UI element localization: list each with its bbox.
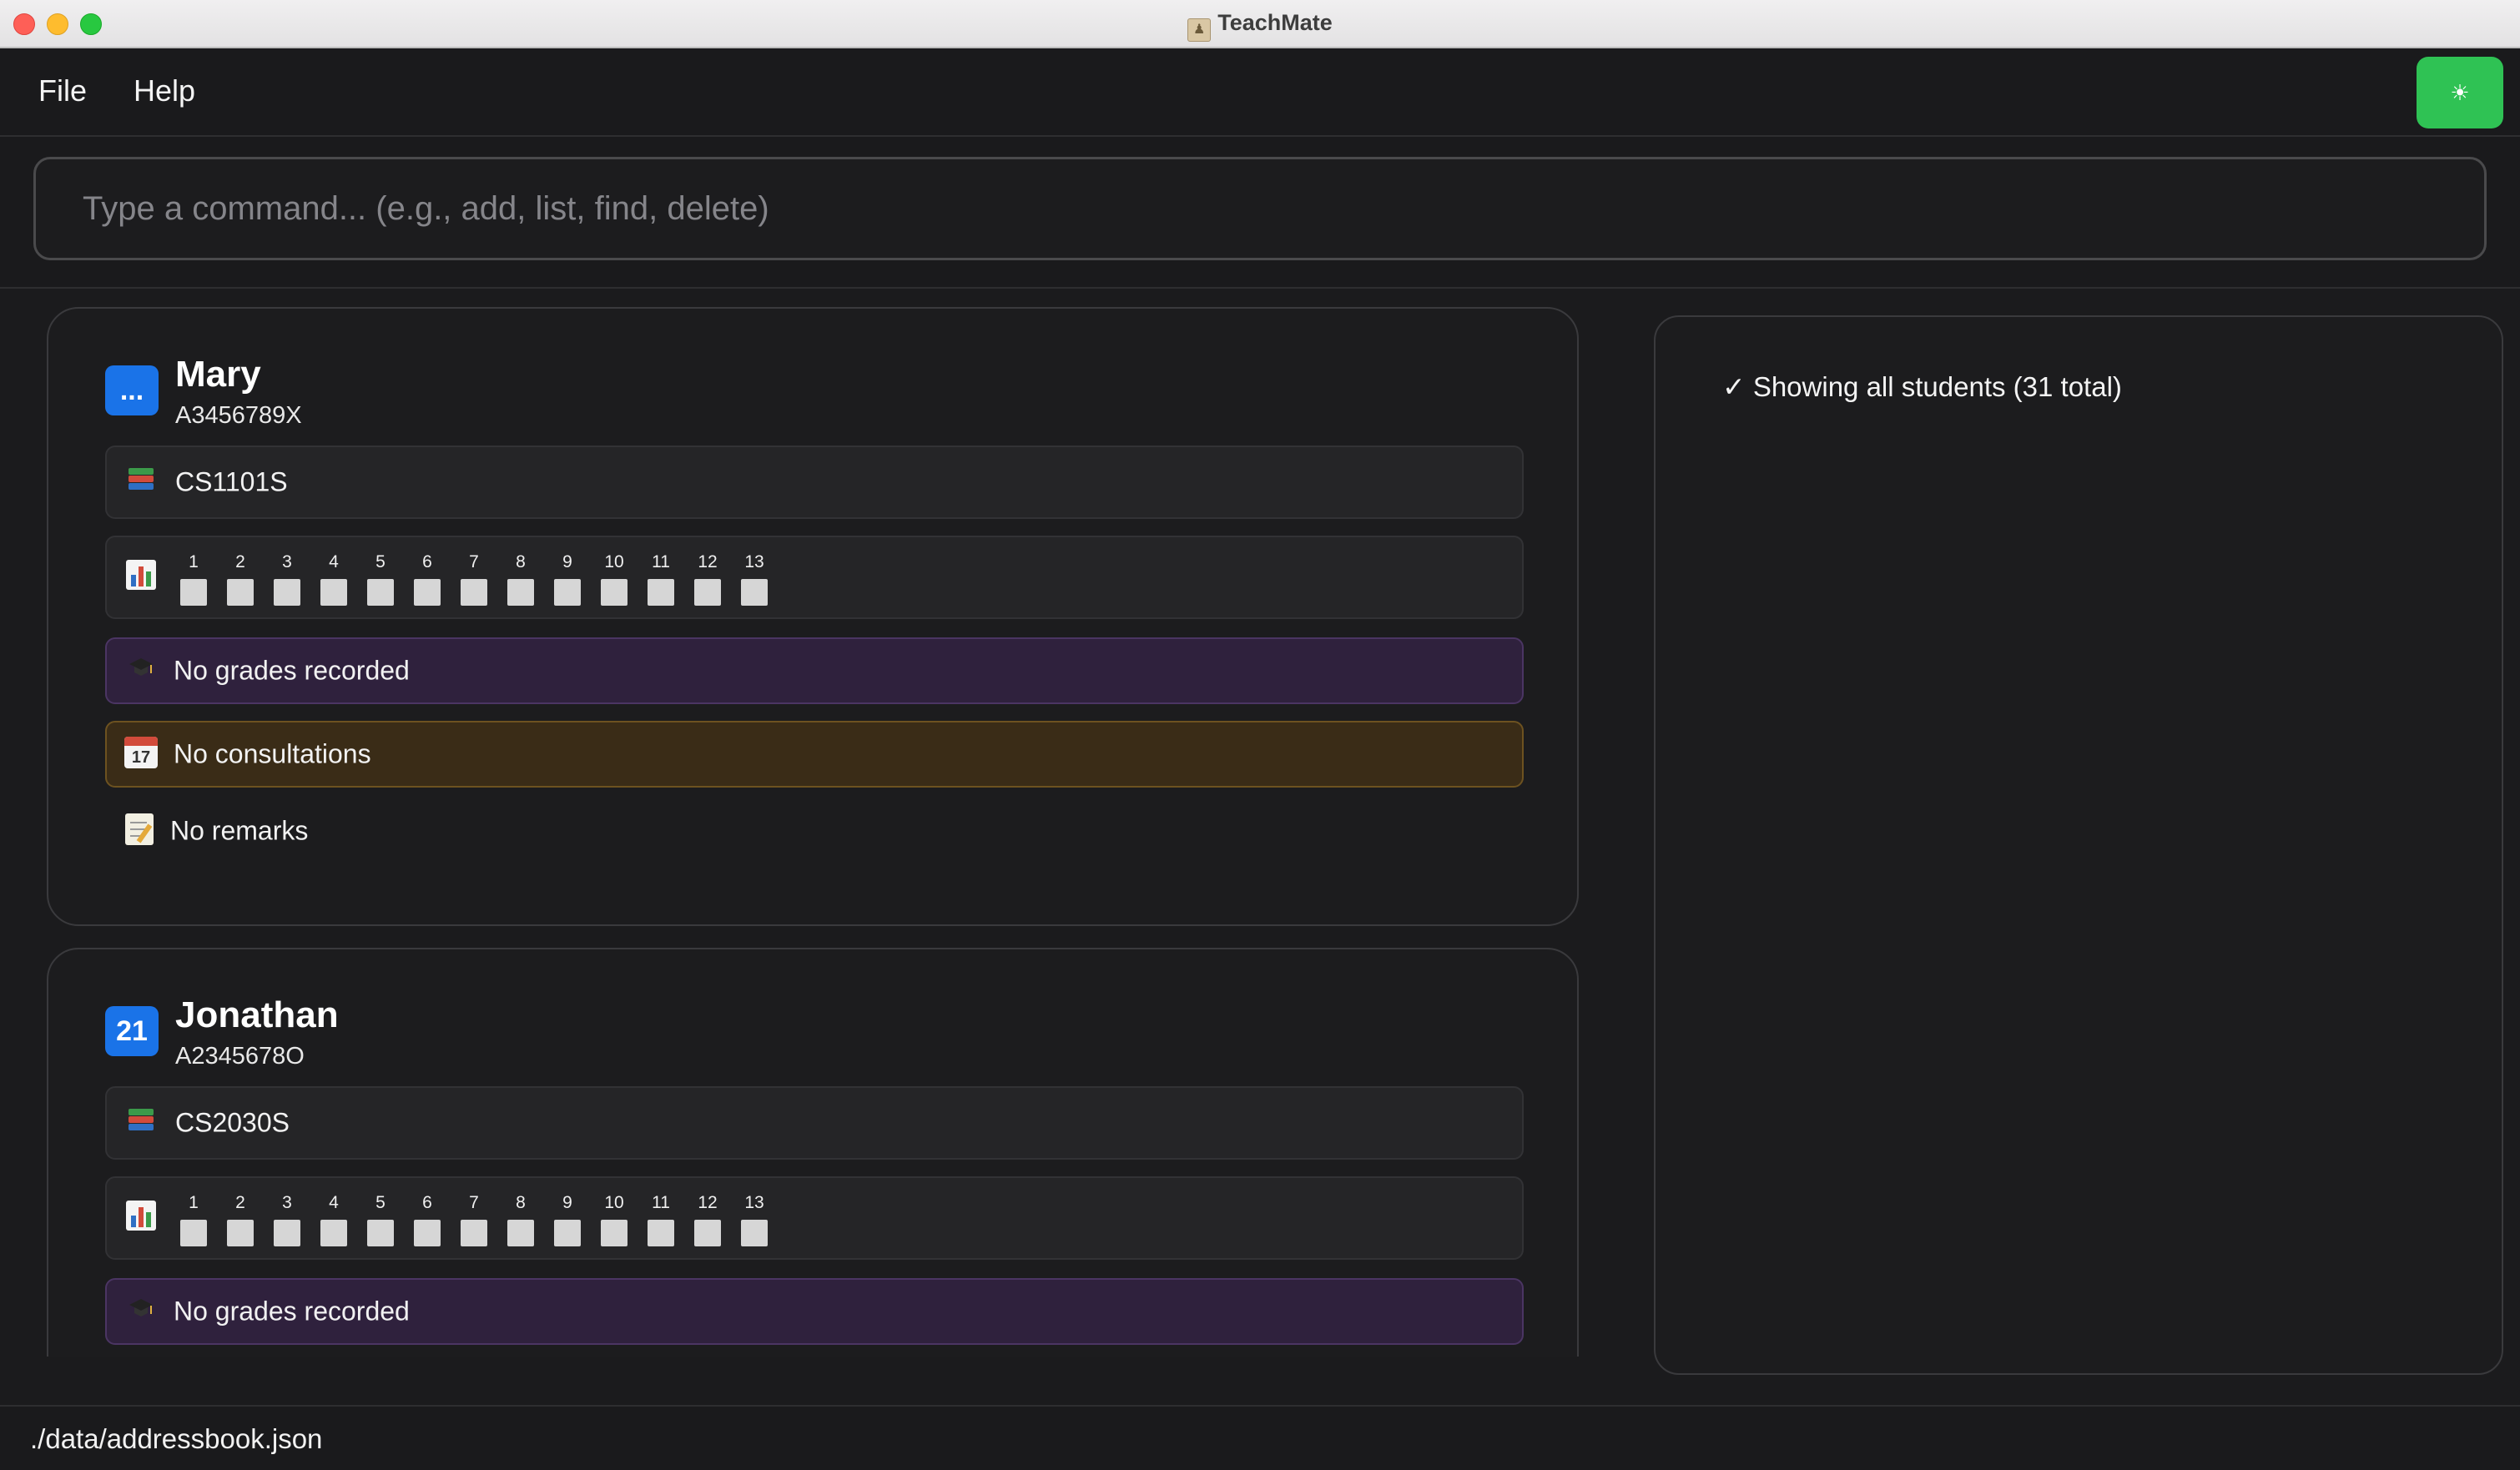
- week-number: 7: [469, 552, 479, 571]
- status-bar: ./data/addressbook.json: [0, 1405, 2520, 1470]
- attendance-checkbox[interactable]: [694, 579, 721, 606]
- week-number: 2: [235, 552, 245, 571]
- attendance-checkbox[interactable]: [554, 579, 581, 606]
- student-id: A3456789X: [175, 402, 302, 429]
- attendance-checkbox[interactable]: [601, 1220, 627, 1246]
- attendance-checkbox[interactable]: [741, 1220, 768, 1246]
- theme-toggle-button[interactable]: ☀: [2417, 57, 2503, 128]
- student-list[interactable]: ... Mary A3456789X CS1101S 1 2 3 4 5 6 7…: [0, 289, 1602, 1357]
- attendance-checkbox[interactable]: [414, 579, 441, 606]
- attendance-checkbox[interactable]: [741, 579, 768, 606]
- grades-text: No grades recorded: [174, 1296, 410, 1327]
- week-number: 11: [652, 1193, 670, 1212]
- week-number: 13: [744, 552, 764, 571]
- grades-row: No grades recorded: [105, 637, 1524, 704]
- attendance-checkbox[interactable]: [694, 1220, 721, 1246]
- module-code: CS1101S: [175, 466, 288, 497]
- week-number: 5: [375, 1193, 386, 1212]
- menu-help[interactable]: Help: [134, 73, 195, 108]
- grades-text: No grades recorded: [174, 655, 410, 686]
- attendance-checkbox[interactable]: [274, 1220, 300, 1246]
- window-title-text: TeachMate: [1217, 10, 1333, 35]
- bar-chart-icon: [123, 1201, 159, 1236]
- attendance-checkbox[interactable]: [601, 579, 627, 606]
- week-number: 6: [422, 552, 432, 571]
- week-number: 6: [422, 1193, 432, 1212]
- data-file-path: ./data/addressbook.json: [30, 1423, 323, 1454]
- attendance-checkbox[interactable]: [507, 1220, 534, 1246]
- attendance-checkbox[interactable]: [461, 579, 487, 606]
- week-number: 10: [604, 552, 624, 571]
- week-number: 1: [189, 552, 199, 571]
- app-icon: ♟: [1187, 18, 1212, 42]
- week-number: 10: [604, 1193, 624, 1212]
- module-row: CS1101S: [105, 446, 1524, 519]
- consultations-row: 17 No consultations: [105, 721, 1524, 788]
- week-number: 2: [235, 1193, 245, 1212]
- week-number: 5: [375, 552, 386, 571]
- avatar: 21: [105, 1006, 159, 1056]
- attendance-checkbox[interactable]: [648, 1220, 674, 1246]
- attendance-checkbox[interactable]: [367, 579, 394, 606]
- graduation-cap-icon: [123, 1294, 159, 1329]
- remarks-text: No remarks: [170, 815, 309, 846]
- bar-chart-icon: [123, 560, 159, 595]
- attendance-checkbox[interactable]: [320, 579, 347, 606]
- student-id: A2345678O: [175, 1043, 305, 1070]
- module-code: CS2030S: [175, 1107, 290, 1138]
- sun-icon: ☀: [2450, 80, 2470, 105]
- student-name: Mary: [175, 354, 261, 395]
- title-bar: ♟ TeachMate: [0, 0, 2520, 48]
- attendance-checkbox[interactable]: [180, 579, 207, 606]
- module-row: CS2030S: [105, 1086, 1524, 1160]
- attendance-checkbox[interactable]: [648, 579, 674, 606]
- week-number: 3: [282, 1193, 292, 1212]
- command-input[interactable]: [33, 157, 2487, 260]
- result-display: ✓ Showing all students (31 total): [1654, 315, 2503, 1375]
- calendar-icon: 17: [123, 737, 159, 772]
- attendance-checkbox[interactable]: [414, 1220, 441, 1246]
- command-area: [0, 137, 2520, 289]
- window-title: ♟ TeachMate: [0, 10, 2520, 42]
- result-message: ✓ Showing all students (31 total): [1722, 371, 2122, 402]
- week-number: 4: [329, 1193, 339, 1212]
- attendance-checkbox[interactable]: [274, 579, 300, 606]
- week-number: 1: [189, 1193, 199, 1212]
- student-card[interactable]: 21 Jonathan A2345678O CS2030S 1 2 3 4 5 …: [47, 948, 1579, 1357]
- student-card[interactable]: ... Mary A3456789X CS1101S 1 2 3 4 5 6 7…: [47, 307, 1579, 926]
- attendance-checkbox[interactable]: [507, 579, 534, 606]
- graduation-cap-icon: [123, 653, 159, 688]
- week-number: 9: [562, 552, 572, 571]
- menu-file[interactable]: File: [38, 73, 87, 108]
- attendance-checkbox[interactable]: [180, 1220, 207, 1246]
- books-icon: [123, 465, 159, 500]
- student-name: Jonathan: [175, 994, 339, 1035]
- week-number: 13: [744, 1193, 764, 1212]
- week-number: 4: [329, 552, 339, 571]
- attendance-checkbox[interactable]: [367, 1220, 394, 1246]
- memo-icon: [122, 813, 157, 848]
- week-number: 11: [652, 552, 670, 571]
- books-icon: [123, 1105, 159, 1140]
- attendance-row: 1 2 3 4 5 6 7 8 9 10 11 12 13: [105, 536, 1524, 619]
- menu-bar: File Help ☀: [0, 48, 2520, 137]
- consultations-text: No consultations: [174, 738, 371, 769]
- week-number: 7: [469, 1193, 479, 1212]
- attendance-checkbox[interactable]: [227, 579, 254, 606]
- attendance-checkbox[interactable]: [554, 1220, 581, 1246]
- attendance-checkbox[interactable]: [227, 1220, 254, 1246]
- week-number: 3: [282, 552, 292, 571]
- week-number: 9: [562, 1193, 572, 1212]
- week-number: 12: [698, 1193, 718, 1212]
- week-number: 8: [516, 552, 526, 571]
- attendance-checkbox[interactable]: [320, 1220, 347, 1246]
- attendance-row: 1 2 3 4 5 6 7 8 9 10 11 12 13: [105, 1176, 1524, 1260]
- week-number: 12: [698, 552, 718, 571]
- avatar: ...: [105, 365, 159, 415]
- remarks-row: No remarks: [105, 804, 1524, 858]
- week-number: 8: [516, 1193, 526, 1212]
- grades-row: No grades recorded: [105, 1278, 1524, 1345]
- attendance-checkbox[interactable]: [461, 1220, 487, 1246]
